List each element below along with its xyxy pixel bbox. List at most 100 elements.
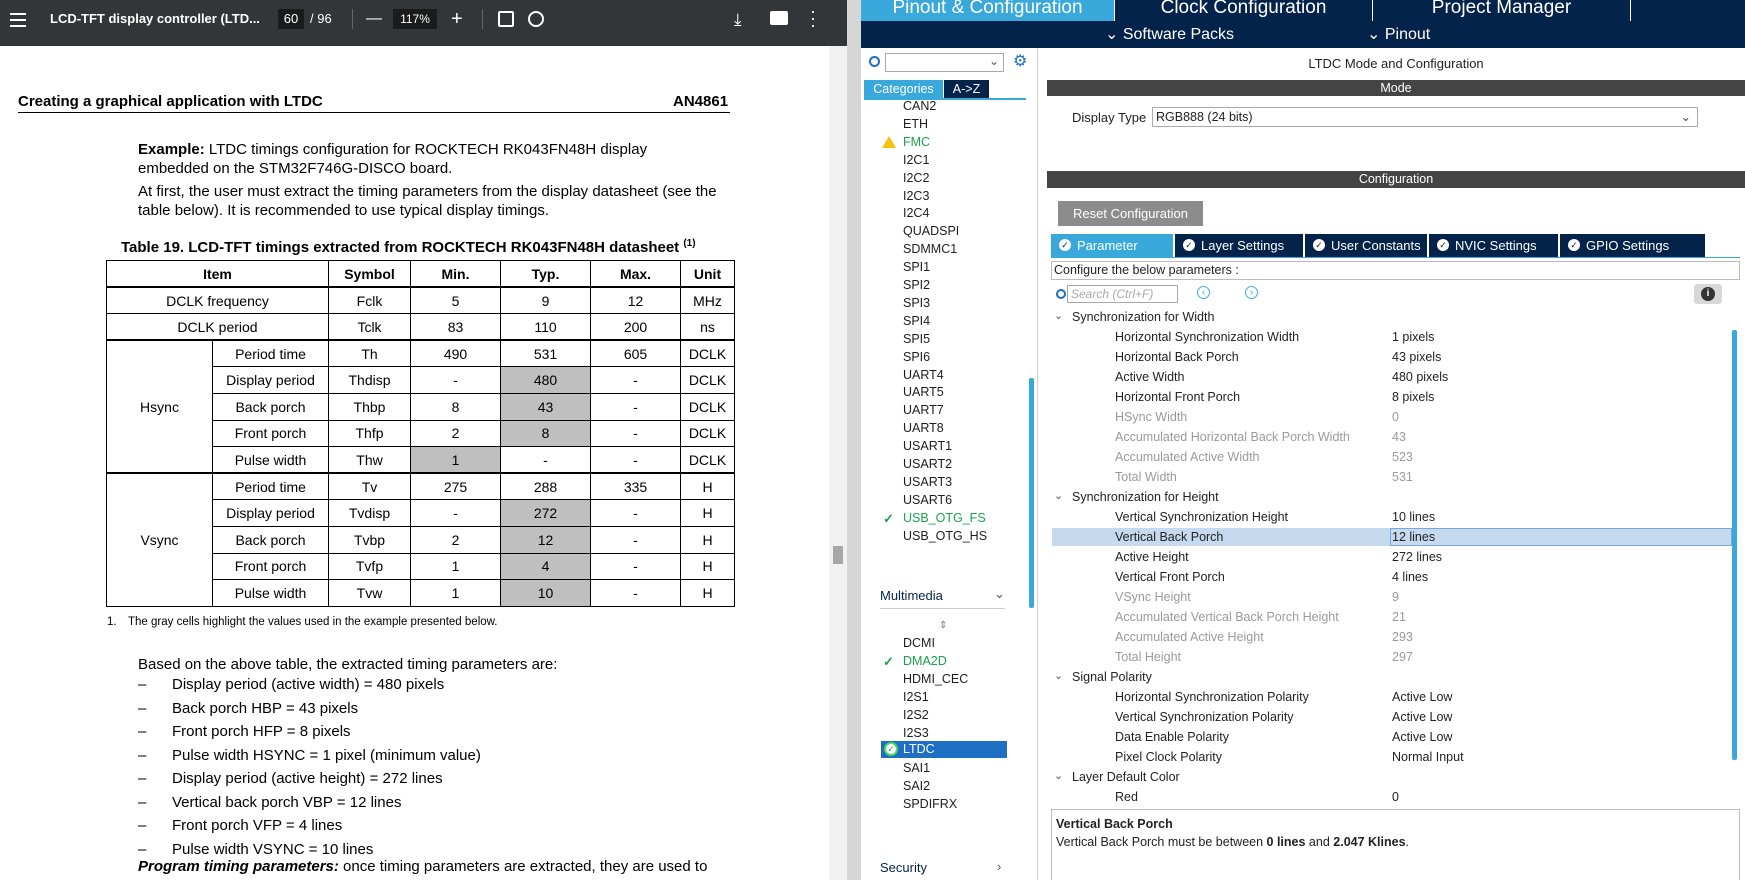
- category-item[interactable]: SPI6: [903, 350, 930, 364]
- software-packs-menu[interactable]: ⌄ Software Packs: [1105, 22, 1234, 48]
- parameter-value[interactable]: 8 pixels: [1392, 390, 1434, 404]
- category-item[interactable]: UART7: [903, 403, 944, 417]
- category-item[interactable]: SPI1: [903, 260, 930, 274]
- zoom-in-button[interactable]: +: [451, 0, 463, 46]
- parameter-value[interactable]: 297: [1392, 650, 1413, 664]
- parameter-value[interactable]: 43 pixels: [1392, 350, 1441, 364]
- category-item[interactable]: USART3: [903, 475, 952, 489]
- multimedia-item[interactable]: I2S2: [903, 708, 929, 722]
- multimedia-item[interactable]: HDMI_CEC: [903, 672, 968, 686]
- reset-configuration-button[interactable]: Reset Configuration: [1058, 201, 1203, 226]
- category-item[interactable]: I2C4: [903, 206, 929, 220]
- tab-categories[interactable]: Categories: [864, 80, 943, 98]
- chevron-down-icon[interactable]: ⌄: [1054, 669, 1063, 682]
- security-group[interactable]: Security: [880, 860, 927, 875]
- tab-parameter-settings[interactable]: ✓ Parameter Settings: [1051, 234, 1173, 276]
- parameter-value[interactable]: 0: [1392, 790, 1399, 804]
- parameter-value[interactable]: 12 lines: [1392, 530, 1435, 544]
- scroll-thumb[interactable]: [833, 546, 843, 564]
- multimedia-item[interactable]: SAI1: [903, 761, 930, 775]
- parameter-value[interactable]: 523: [1392, 450, 1413, 464]
- parameter-value[interactable]: 4 lines: [1392, 570, 1428, 584]
- rotate-icon[interactable]: [528, 11, 544, 27]
- gear-icon[interactable]: ⚙: [1013, 54, 1027, 70]
- group-layer[interactable]: Layer Default Color: [1072, 770, 1180, 784]
- group-width[interactable]: Synchronization for Width: [1072, 310, 1214, 324]
- parameter-value[interactable]: 480 pixels: [1392, 370, 1448, 384]
- category-item[interactable]: USART1: [903, 439, 952, 453]
- next-icon[interactable]: ›: [1245, 286, 1258, 299]
- chevron-down-icon[interactable]: ⌄: [1054, 309, 1063, 322]
- tab-clock-configuration[interactable]: Clock Configuration: [1115, 0, 1373, 21]
- sort-icon[interactable]: ⇕: [939, 620, 947, 631]
- multimedia-item[interactable]: LTDC: [881, 741, 1007, 759]
- category-item[interactable]: USB_OTG_HS: [903, 529, 987, 543]
- category-item[interactable]: CAN2: [903, 99, 936, 113]
- zoom-input[interactable]: 117%: [393, 9, 437, 29]
- category-search-input[interactable]: [885, 53, 1004, 72]
- multimedia-item[interactable]: DMA2D: [903, 654, 947, 668]
- zoom-out-button[interactable]: —: [366, 0, 382, 46]
- fit-page-icon[interactable]: [498, 11, 514, 27]
- parameter-value[interactable]: Active Low: [1392, 730, 1452, 744]
- category-item[interactable]: I2C2: [903, 171, 929, 185]
- chevron-down-icon[interactable]: ⌄: [1054, 489, 1063, 502]
- category-item[interactable]: ETH: [903, 117, 928, 131]
- multimedia-item[interactable]: I2S1: [903, 690, 929, 704]
- tab-nvic-settings[interactable]: ✓ NVIC Settings: [1429, 234, 1558, 257]
- more-options-icon[interactable]: · · ·: [810, 2, 816, 34]
- page-number-input[interactable]: 60: [278, 9, 304, 29]
- pdf-scrollbar[interactable]: [829, 46, 847, 880]
- pinout-menu[interactable]: ⌄ Pinout: [1367, 22, 1430, 48]
- category-item[interactable]: UART8: [903, 421, 944, 435]
- parameter-scrollbar[interactable]: [1732, 330, 1737, 760]
- category-item[interactable]: FMC: [903, 135, 930, 149]
- parameter-value[interactable]: Active Low: [1392, 710, 1452, 724]
- category-item[interactable]: SPI5: [903, 332, 930, 346]
- category-item[interactable]: I2C1: [903, 153, 929, 167]
- tab-user-constants[interactable]: ✓ User Constants: [1305, 234, 1427, 257]
- value-editor[interactable]: [1390, 528, 1732, 546]
- parameter-value[interactable]: 21: [1392, 610, 1406, 624]
- parameter-value[interactable]: 531: [1392, 470, 1413, 484]
- category-item[interactable]: SDMMC1: [903, 242, 957, 256]
- category-item[interactable]: USART2: [903, 457, 952, 471]
- tab-layer-settings[interactable]: ✓ Layer Settings: [1175, 234, 1303, 257]
- parameter-value[interactable]: 10 lines: [1392, 510, 1435, 524]
- tab-pinout[interactable]: [1631, 0, 1745, 21]
- tab-pinout-configuration[interactable]: Pinout & Configuration: [861, 0, 1115, 21]
- multimedia-item[interactable]: DCMI: [903, 636, 935, 650]
- group-polarity[interactable]: Signal Polarity: [1072, 670, 1152, 684]
- category-item[interactable]: SPI2: [903, 278, 930, 292]
- chevron-down-icon[interactable]: ⌄: [1054, 769, 1063, 782]
- parameter-value[interactable]: 43: [1392, 430, 1406, 444]
- categories-scrollbar[interactable]: [1029, 378, 1034, 608]
- parameter-value[interactable]: 0: [1392, 410, 1399, 424]
- category-item[interactable]: SPI3: [903, 296, 930, 310]
- category-item[interactable]: USB_OTG_FS: [903, 511, 986, 525]
- category-item[interactable]: I2C3: [903, 189, 929, 203]
- group-height[interactable]: Synchronization for Height: [1072, 490, 1219, 504]
- display-type-select[interactable]: RGB888 (24 bits) ⌄: [1152, 107, 1698, 127]
- parameter-search-input[interactable]: Search (Ctrl+F): [1067, 285, 1178, 303]
- menu-icon[interactable]: [10, 13, 26, 27]
- download-icon[interactable]: ⤓: [734, 10, 742, 30]
- category-item[interactable]: USART6: [903, 493, 952, 507]
- tab-gpio-settings[interactable]: ✓ GPIO Settings: [1560, 234, 1705, 257]
- previous-icon[interactable]: ‹: [1197, 286, 1210, 299]
- parameter-value[interactable]: 1 pixels: [1392, 330, 1434, 344]
- category-item[interactable]: UART5: [903, 385, 944, 399]
- multimedia-group[interactable]: Multimedia: [880, 588, 943, 603]
- multimedia-item[interactable]: SPDIFRX: [903, 797, 957, 811]
- parameter-value[interactable]: Normal Input: [1392, 750, 1464, 764]
- category-item[interactable]: QUADSPI: [903, 224, 959, 238]
- parameter-value[interactable]: 9: [1392, 590, 1399, 604]
- info-icon[interactable]: i: [1694, 284, 1722, 304]
- tab-project-manager[interactable]: Project Manager: [1373, 0, 1631, 21]
- parameter-value[interactable]: 272 lines: [1392, 550, 1442, 564]
- tab-a-z[interactable]: A->Z: [944, 80, 989, 98]
- category-item[interactable]: SPI4: [903, 314, 930, 328]
- print-icon[interactable]: [770, 11, 788, 25]
- multimedia-item[interactable]: SAI2: [903, 779, 930, 793]
- multimedia-item[interactable]: I2S3: [903, 726, 929, 740]
